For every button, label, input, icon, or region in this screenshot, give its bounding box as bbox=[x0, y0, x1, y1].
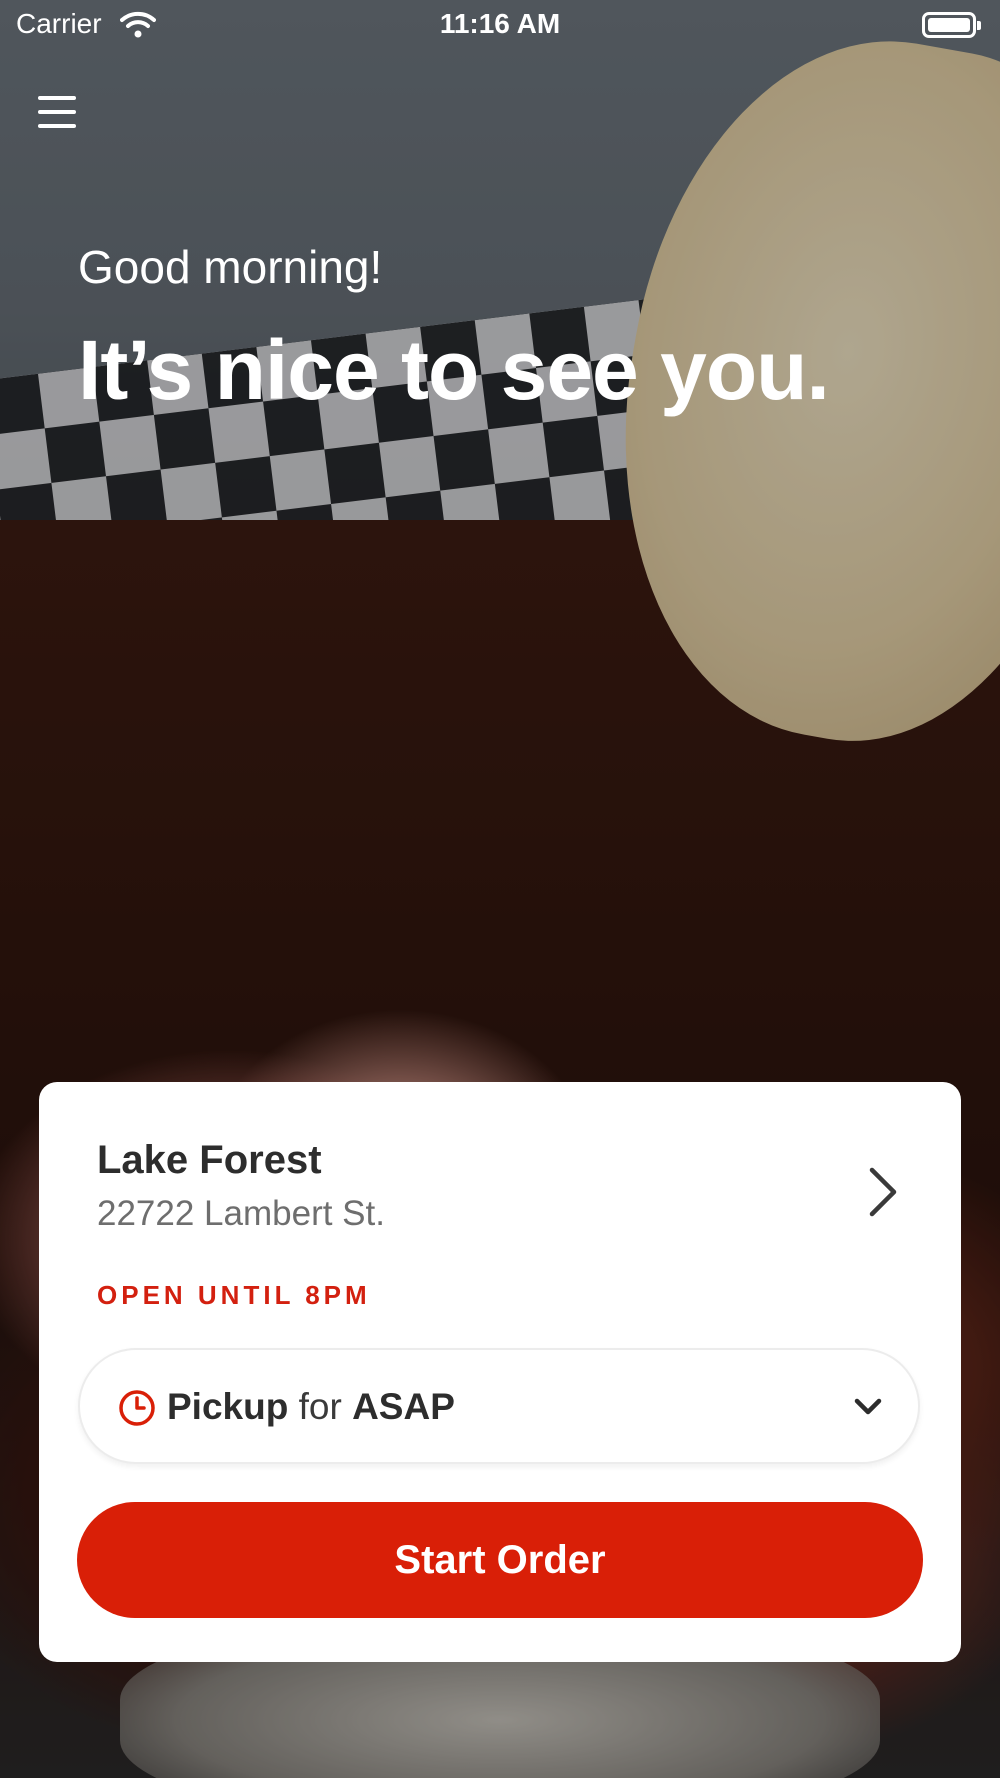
start-order-button[interactable]: Start Order bbox=[77, 1502, 923, 1618]
chevron-down-icon bbox=[854, 1398, 882, 1415]
order-time: ASAP bbox=[352, 1386, 455, 1427]
location-selector[interactable]: Lake Forest 22722 Lambert St. bbox=[97, 1138, 903, 1248]
chevron-right-icon bbox=[869, 1167, 897, 1217]
pickup-time-selector[interactable]: Pickup for ASAP bbox=[78, 1348, 920, 1464]
hamburger-menu-icon[interactable] bbox=[30, 88, 86, 140]
order-mode: Pickup bbox=[167, 1386, 289, 1427]
battery-icon bbox=[922, 12, 981, 38]
store-hours: OPEN UNTIL 8PM bbox=[97, 1280, 371, 1310]
location-address: 22722 Lambert St. bbox=[97, 1194, 385, 1233]
status-bar: Carrier 11:16 AM bbox=[0, 0, 1000, 50]
page-title: It’s nice to see you. bbox=[78, 323, 830, 417]
order-connector: for bbox=[298, 1386, 342, 1427]
pickup-summary: Pickup for ASAP bbox=[167, 1386, 455, 1428]
status-time: 11:16 AM bbox=[439, 8, 561, 39]
location-card: Lake Forest 22722 Lambert St. OPEN UNTIL… bbox=[39, 1082, 961, 1662]
greeting-text: Good morning! bbox=[78, 241, 383, 293]
clock-icon bbox=[119, 1390, 155, 1426]
location-name: Lake Forest bbox=[97, 1138, 322, 1182]
